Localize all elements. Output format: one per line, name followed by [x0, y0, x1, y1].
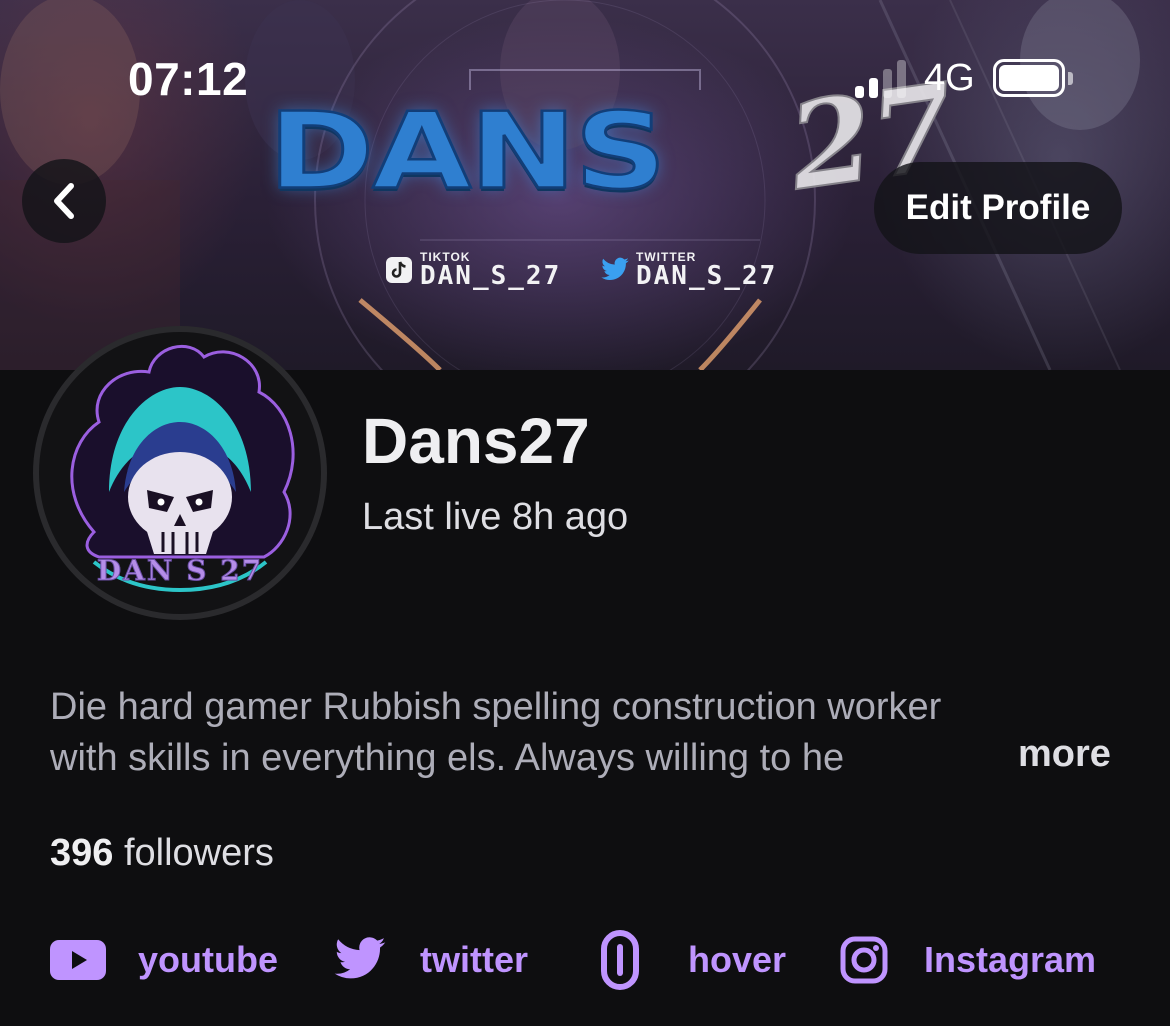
twitter-bird-icon: [600, 255, 630, 285]
instagram-link[interactable]: Instagram: [838, 928, 1096, 992]
banner-tiktok-tag: TIKTOK DAN_S_27: [384, 250, 561, 290]
youtube-icon: [50, 928, 106, 992]
tiktok-icon: [384, 255, 414, 285]
battery-icon: [992, 59, 1073, 97]
instagram-icon: [838, 928, 890, 992]
link-label: youtube: [138, 939, 278, 980]
avatar[interactable]: DAN S 27: [33, 326, 327, 620]
edit-profile-button[interactable]: Edit Profile: [874, 162, 1122, 254]
avatar-caption: DAN S 27: [96, 554, 264, 588]
link-icon: [598, 928, 642, 992]
banner-tiktok-handle: DAN_S_27: [420, 261, 562, 291]
chevron-left-icon: [54, 183, 74, 219]
cellular-signal-icon: [855, 58, 906, 98]
status-time: 07:12: [128, 53, 249, 105]
twitter-link[interactable]: twitter: [332, 928, 528, 992]
followers-count: 396 followers: [50, 832, 274, 875]
link-label: Instagram: [924, 939, 1097, 980]
bio-line: with skills in everything els. Always wi…: [50, 737, 845, 779]
banner-logo-text: DANS: [267, 90, 669, 214]
banner-twitter-handle: DAN_S_27: [636, 261, 778, 291]
youtube-link[interactable]: youtube: [50, 928, 278, 992]
link-label: hover: [688, 939, 787, 980]
bio-more-link[interactable]: more: [1018, 733, 1111, 776]
banner-twitter-tag: TWITTER DAN_S_27: [600, 250, 777, 290]
avatar-image: DAN S 27: [39, 332, 321, 614]
social-links: youtube twitter hover Instagram: [0, 928, 1170, 992]
profile-screen: DANS 27 TIKTOK DAN_S_27 TWITTER DAN_S_27…: [0, 0, 1170, 1026]
back-button[interactable]: [22, 159, 106, 243]
bio-line: Die hard gamer Rubbish spelling construc…: [50, 686, 942, 728]
network-type: 4G: [924, 56, 975, 99]
followers-number: 396: [50, 832, 114, 874]
profile-name: Dans27: [362, 405, 590, 477]
last-live-status: Last live 8h ago: [362, 496, 629, 538]
hover-link[interactable]: hover: [598, 928, 786, 992]
link-label: twitter: [420, 939, 528, 980]
twitter-icon: [332, 928, 388, 992]
status-indicators: 4G: [855, 56, 1073, 100]
profile-bio: Die hard gamer Rubbish spelling construc…: [50, 682, 1130, 784]
battery-fill: [998, 65, 1059, 91]
followers-label: followers: [123, 832, 274, 874]
